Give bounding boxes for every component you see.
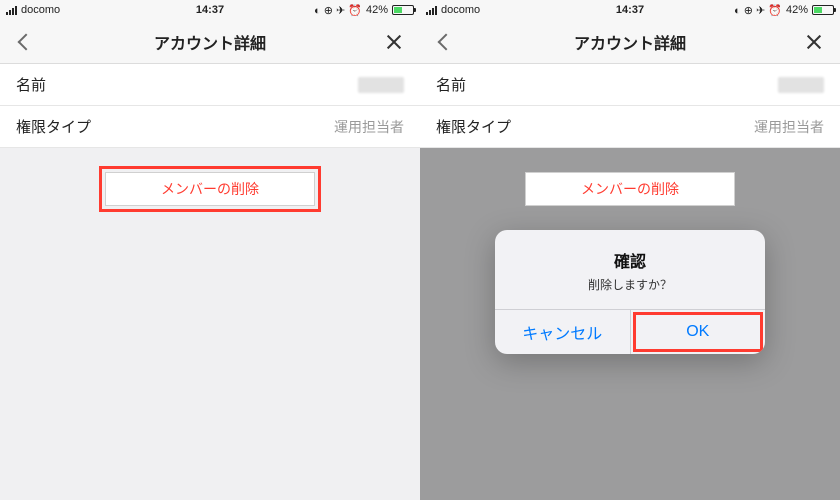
clock: 14:37 xyxy=(0,4,420,16)
close-button[interactable] xyxy=(372,20,416,63)
ok-button[interactable]: OK xyxy=(630,310,766,354)
close-icon xyxy=(805,33,823,51)
row-name: 名前 xyxy=(420,64,840,106)
clock: 14:37 xyxy=(420,4,840,16)
screen-confirm: docomo 14:37 ◐ ⊕ ✈ ⏰ 42% アカウント詳細 名前 権限タイ… xyxy=(420,0,840,500)
row-name[interactable]: 名前 xyxy=(0,64,420,106)
row-role[interactable]: 権限タイプ 運用担当者 xyxy=(0,106,420,148)
close-button[interactable] xyxy=(792,20,836,63)
status-bar: docomo 14:37 ◐ ⊕ ✈ ⏰ 42% xyxy=(0,0,420,20)
page-title: アカウント詳細 xyxy=(154,30,266,54)
highlight-box: メンバーの削除 xyxy=(99,166,321,212)
dialog-title: 確認 xyxy=(511,248,749,272)
back-button[interactable] xyxy=(4,20,48,63)
row-value-name xyxy=(778,77,824,93)
battery-icon xyxy=(392,5,414,15)
highlight-box: メンバーの削除 xyxy=(519,166,741,212)
page-title: アカウント詳細 xyxy=(574,30,686,54)
nav-bar: アカウント詳細 xyxy=(0,20,420,64)
row-value-name xyxy=(358,77,404,93)
row-label: 名前 xyxy=(436,74,466,95)
row-label: 権限タイプ xyxy=(16,116,91,137)
row-label: 権限タイプ xyxy=(436,116,511,137)
screen-before: docomo 14:37 ◐ ⊕ ✈ ⏰ 42% アカウント詳細 名前 権限タイ… xyxy=(0,0,420,500)
delete-member-button: メンバーの削除 xyxy=(525,172,735,206)
nav-bar: アカウント詳細 xyxy=(420,20,840,64)
back-button[interactable] xyxy=(424,20,468,63)
confirm-dialog: 確認 削除しますか？ キャンセル OK xyxy=(495,230,765,354)
row-role: 権限タイプ 運用担当者 xyxy=(420,106,840,148)
chevron-left-icon xyxy=(438,33,455,50)
close-icon xyxy=(385,33,403,51)
battery-icon xyxy=(812,5,834,15)
delete-section: メンバーの削除 xyxy=(420,148,840,230)
settings-list: 名前 権限タイプ 運用担当者 xyxy=(0,64,420,148)
row-label: 名前 xyxy=(16,74,46,95)
row-value-role: 運用担当者 xyxy=(754,117,824,137)
cancel-button[interactable]: キャンセル xyxy=(495,310,630,354)
chevron-left-icon xyxy=(18,33,35,50)
row-value-role: 運用担当者 xyxy=(334,117,404,137)
delete-section: メンバーの削除 xyxy=(0,148,420,230)
status-bar: docomo 14:37 ◐ ⊕ ✈ ⏰ 42% xyxy=(420,0,840,20)
settings-list: 名前 権限タイプ 運用担当者 xyxy=(420,64,840,148)
dialog-message: 削除しますか？ xyxy=(511,276,749,293)
delete-member-button[interactable]: メンバーの削除 xyxy=(105,172,315,206)
